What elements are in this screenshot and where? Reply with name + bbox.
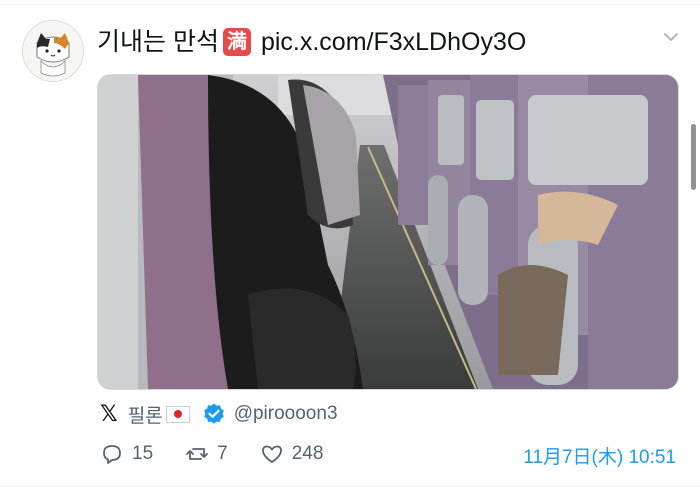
verified-badge-icon — [203, 403, 224, 424]
quoted-author-row[interactable]: 𝕏 필론 @piroooon3 — [100, 400, 338, 428]
japan-flag-icon — [165, 405, 190, 423]
like-count: 248 — [291, 443, 324, 464]
reply-icon — [103, 445, 121, 464]
bottom-divider — [0, 486, 700, 487]
full-emoji-badge: 満 — [222, 28, 251, 56]
tweet-text: 기내는 만석 満 pic.x.com/F3xLDhOy3O — [97, 26, 526, 58]
tweet-timestamp[interactable]: 11月7日(木) 10:51 — [523, 442, 676, 469]
x-logo-icon: 𝕏 — [100, 401, 118, 426]
tweet-media-link[interactable]: pic.x.com/F3xLDhOy3O — [261, 26, 526, 58]
top-divider — [0, 4, 700, 5]
quoted-handle[interactable]: @piroooon3 — [234, 403, 338, 425]
like-button[interactable]: 248 — [260, 442, 324, 466]
retweet-icon — [186, 448, 209, 460]
scrollbar-thumb[interactable] — [691, 124, 696, 190]
retweet-button[interactable]: 7 — [185, 442, 228, 466]
reply-button[interactable]: 15 — [100, 442, 153, 466]
avatar[interactable] — [22, 20, 84, 82]
retweet-count: 7 — [217, 443, 228, 464]
quoted-display-name[interactable]: 필론 — [128, 401, 190, 428]
tweet-text-korean: 기내는 만석 — [97, 28, 219, 56]
tweet-image[interactable] — [97, 74, 679, 390]
tweet-actions: 15 7 248 — [100, 440, 355, 468]
airplane-cabin-image — [98, 75, 678, 389]
reply-count: 15 — [132, 443, 154, 464]
heart-icon — [261, 445, 282, 463]
cat-avatar-icon — [23, 21, 83, 81]
chevron-down-icon[interactable] — [662, 28, 680, 46]
display-name-text: 필론 — [127, 405, 163, 427]
